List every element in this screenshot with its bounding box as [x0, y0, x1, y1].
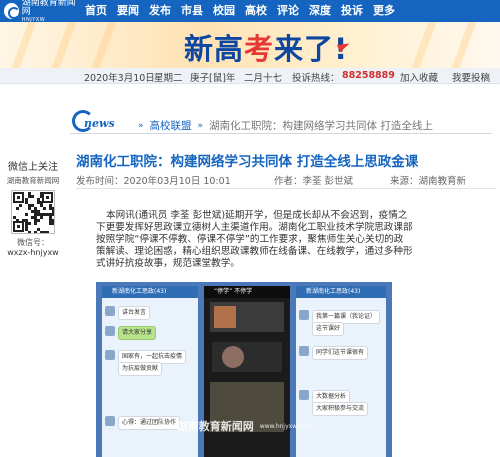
wechat-title: 微信上关注: [8, 162, 58, 173]
paragraph-line: 按照学院“停课不停教、停课不停学”的工作要求，聚焦师生关心关切的政: [96, 234, 404, 245]
wechat-subtitle: 湖南教育新闻网: [6, 176, 60, 185]
article-meta: 发布时间：2020年03月10日 10:01 作者：李荃 彭世斌 来源：湖南教育…: [76, 171, 496, 189]
submit-article-link[interactable]: 我要投稿: [452, 70, 490, 84]
nav-item[interactable]: 要闻: [112, 0, 144, 22]
logo-name: 湖南教育新闻网: [21, 0, 76, 17]
article-source: 来源：湖南教育新: [390, 176, 467, 187]
article-author: 作者：李荃 彭世斌: [274, 176, 354, 187]
lunar-date: 二月十七: [244, 73, 283, 84]
nav-item[interactable]: 首页: [80, 0, 112, 22]
publish-time: 发布时间：2020年03月10日 10:01: [76, 176, 231, 187]
top-nav-bar: 湖南教育新闻网 HNJYXW 首页 要闻 发布 市县 校园 高校 评论 深度 投诉 更多: [0, 0, 500, 23]
paragraph-line: 式讲好抗疫故事，规范课堂教学。: [96, 258, 240, 269]
bookmark-link[interactable]: 加入收藏: [400, 70, 438, 84]
site-logo[interactable]: 湖南教育新闻网 HNJYXW: [0, 0, 80, 23]
paragraph-line: 本网讯(通讯员 李荃 彭世斌)延期开学，但是成长却从不会迟到，疫情之: [106, 210, 408, 221]
breadcrumb-section[interactable]: 高校联盟: [150, 118, 192, 133]
breadcrumb-current: 湖南化工职院：构建网络学习共同体 打造全线上: [209, 120, 433, 132]
qr-code: [11, 190, 55, 234]
logo-mark-icon: [4, 3, 20, 19]
current-date: 2020年3月10日: [84, 73, 155, 84]
photo-watermark: 湖南教育新闻网 www.hnjyxw.com: [176, 420, 312, 433]
nav-menu: 首页 要闻 发布 市县 校园 高校 评论 深度 投诉 更多: [80, 0, 400, 22]
nav-item[interactable]: 更多: [368, 0, 400, 22]
wechat-id: wxzx-hnjyxw: [7, 248, 59, 257]
weekday: 星期二: [154, 73, 183, 84]
ad-banner[interactable]: 新高考来了!: [0, 22, 500, 68]
nav-item[interactable]: 评论: [272, 0, 304, 22]
arrow-right-icon: »: [197, 120, 204, 131]
banner-headline: 新高考来了!: [184, 32, 349, 66]
article-body: 本网讯(通讯员 李荃 彭世斌)延期开学，但是成长却从不会迟到，疫情之 下更要发挥…: [96, 210, 476, 270]
nav-item[interactable]: 发布: [144, 0, 176, 22]
news-logo: news: [70, 110, 128, 132]
arrow-right-icon: »: [138, 120, 144, 131]
nav-item[interactable]: 市县: [176, 0, 208, 22]
nav-item[interactable]: 校园: [208, 0, 240, 22]
paragraph-line: 下更要发挥好思政课立德树人主渠道作用。湖南化工职业技术学院思政课部: [96, 222, 413, 233]
wechat-id-label: 微信号：: [17, 238, 49, 247]
nav-item[interactable]: 高校: [240, 0, 272, 22]
hotline-number: 88258889: [342, 70, 395, 81]
hotline-label: 投诉热线：: [292, 73, 340, 84]
date-bar: 2020年3月10日 星期二 庚子[鼠]年 二月十七 投诉热线： 8825888…: [0, 68, 500, 84]
paragraph-line: 策解读、理论困惑，精心组织思政课教师在线备课、在线教学，通过多种形: [96, 246, 413, 257]
nav-item[interactable]: 深度: [304, 0, 336, 22]
wechat-follow-panel: 微信上关注 湖南教育新闻网 微信号： wxzx-hnjyxw: [4, 158, 62, 257]
breadcrumb: news » 高校联盟 » 湖南化工职院：构建网络学习共同体 打造全线上: [70, 104, 492, 134]
lunar-year: 庚子[鼠]年: [190, 73, 236, 84]
article-title: 湖南化工职院：构建网络学习共同体 打造全线上思政金课: [76, 154, 419, 170]
nav-item[interactable]: 投诉: [336, 0, 368, 22]
